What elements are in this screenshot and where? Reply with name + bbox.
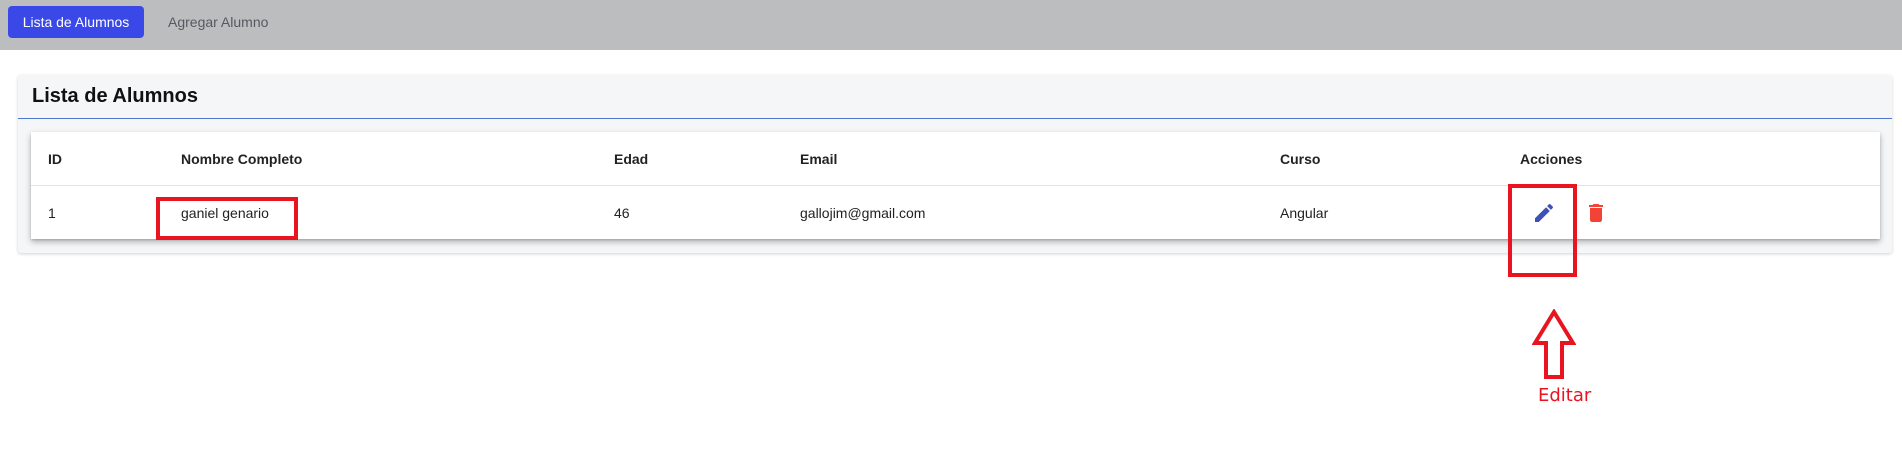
students-card: Lista de Alumnos ID Nombre Completo Edad… [18,75,1892,253]
delete-button[interactable] [1584,201,1608,225]
header-acciones: Acciones [1520,132,1880,186]
cell-curso: Angular [1280,204,1329,221]
nav-agregar-alumno-button[interactable]: Agregar Alumno [156,6,280,38]
nav-lista-alumnos-button[interactable]: Lista de Alumnos [8,6,144,38]
highlight-name-box [156,197,298,240]
header-curso: Curso [1280,132,1520,186]
students-table: ID Nombre Completo Edad Email Curso Acci… [31,132,1880,239]
header-id: ID [31,132,181,186]
top-navbar: Lista de Alumnos Agregar Alumno [0,0,1902,50]
header-email: Email [800,132,1280,186]
title-divider [18,118,1892,119]
trash-icon [1588,203,1603,222]
cell-email: gallojim@gmail.com [800,204,926,221]
table-row: 1 ganiel genario 46 gallojim@gmail.com A… [31,186,1880,240]
highlight-edit-box [1508,184,1577,277]
table-header-row: ID Nombre Completo Edad Email Curso Acci… [31,132,1880,186]
up-arrow-icon [1532,309,1576,379]
cell-edad: 46 [614,204,630,221]
header-edad: Edad [614,132,800,186]
students-table-container: ID Nombre Completo Edad Email Curso Acci… [31,132,1880,239]
annotation-label: Editar [1538,385,1592,406]
page-title: Lista de Alumnos [32,85,198,107]
header-nombre-completo: Nombre Completo [181,132,614,186]
